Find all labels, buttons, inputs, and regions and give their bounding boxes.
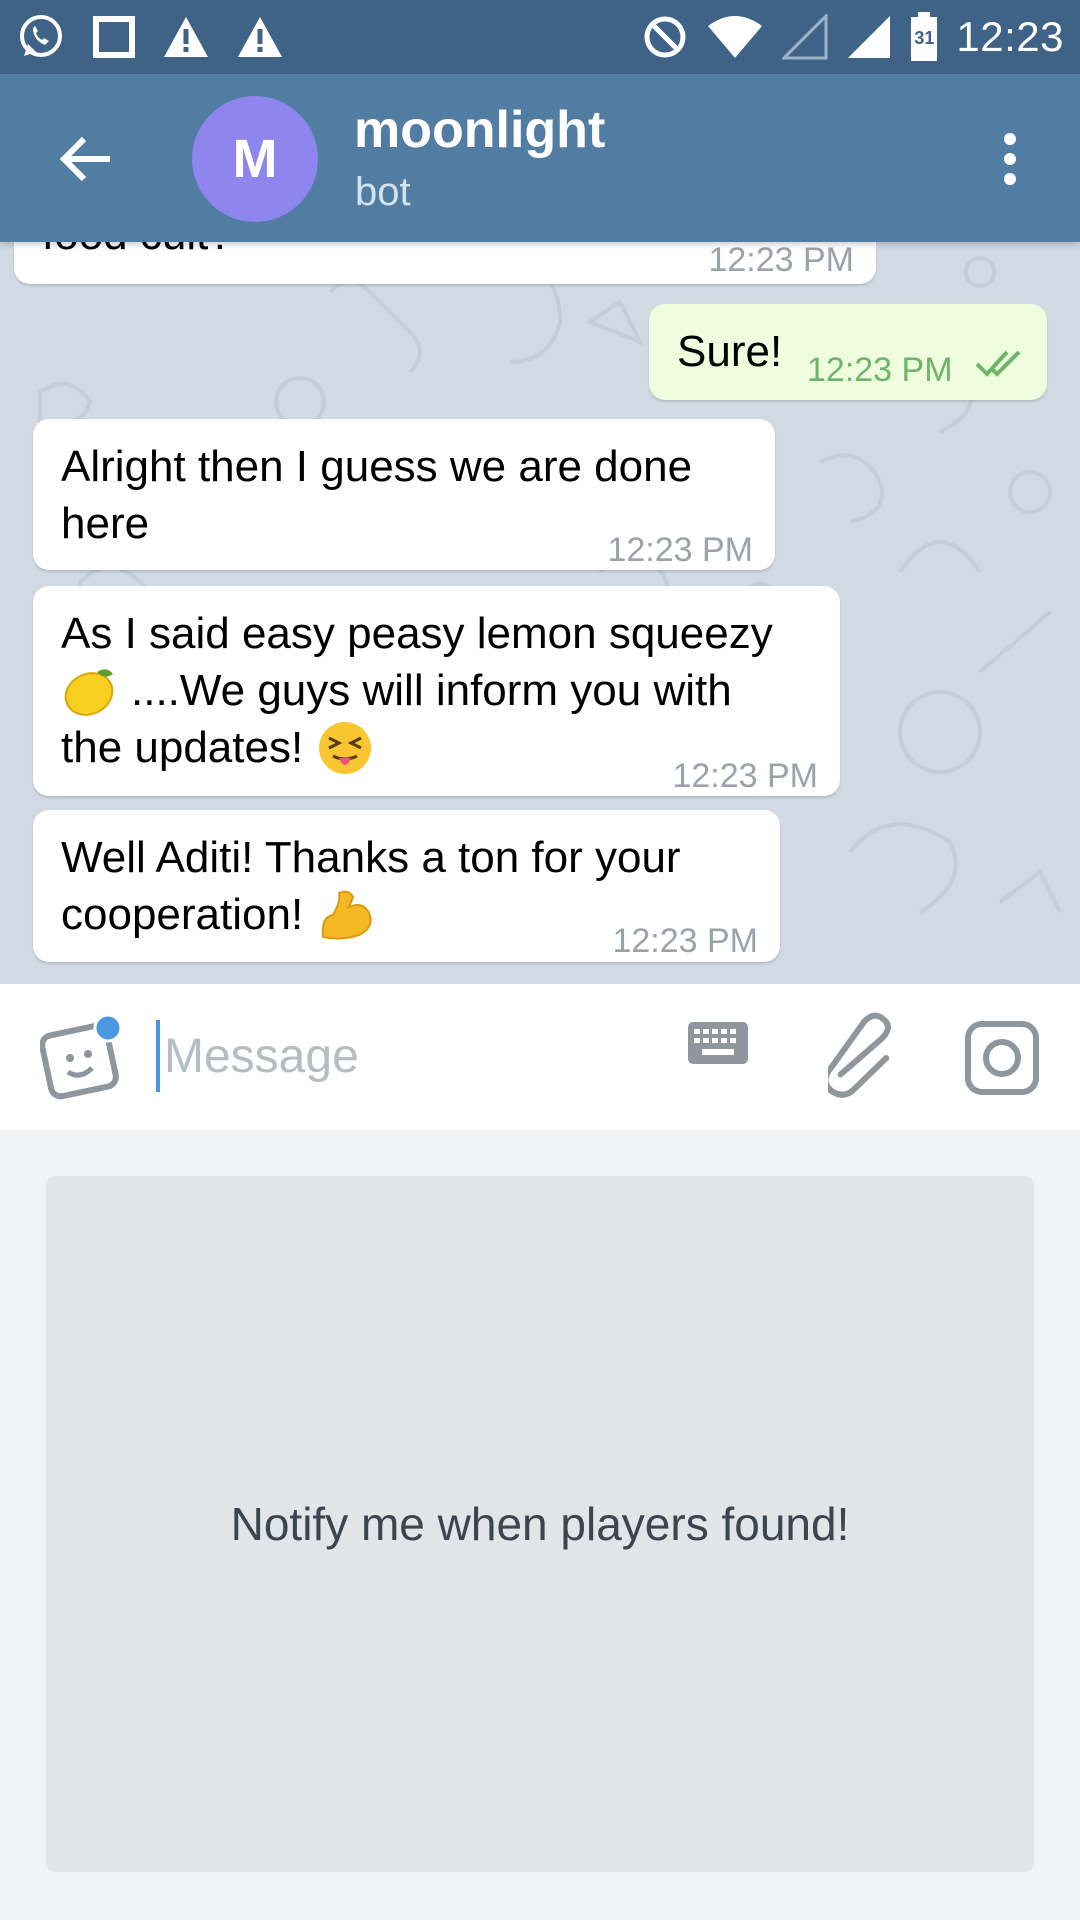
message-time: 12:23 PM [708,242,854,279]
message-line: As I said easy peasy lemon squeezy [61,609,773,658]
message-time: 12:23 PM [807,351,953,389]
message-text: food cult? [42,242,233,263]
message-bubble-incoming[interactable]: food cult? 12:23 PM [14,242,876,284]
camera-button[interactable] [964,1020,1040,1096]
whatsapp-icon [16,12,66,62]
message-time: 12:23 PM [612,922,758,960]
message-line: cooperation! [61,890,304,939]
message-composer [0,984,1080,1130]
more-options-button[interactable] [980,124,1040,194]
screen: 31 12:23 M moonlight bot 12:23 PM Sure! … [0,0,1080,1920]
keyboard-icon [688,1022,748,1064]
message-line: ....We guys will inform you with [131,666,732,715]
bot-keyboard: Notify me when players found! [0,1130,1080,1920]
sticker-icon [39,1013,123,1100]
battery-icon: 31 [910,12,938,62]
message-line: Well Aditi! Thanks a ton for your [61,833,681,882]
message-line: Alright then I guess we are done [61,442,693,491]
square-icon [92,15,136,59]
status-bar: 31 12:23 [0,0,1080,74]
wifi-icon [706,14,764,60]
message-line: here [61,499,150,548]
message-bubble-outgoing[interactable]: Sure! 12:23 PM [649,304,1047,400]
more-vertical-icon [1004,133,1016,185]
attach-button[interactable] [822,1012,898,1102]
chat-title[interactable]: moonlight [354,100,605,160]
lemon-emoji-icon [64,668,114,716]
message-input[interactable] [156,1020,656,1092]
do-not-disturb-icon [642,14,688,60]
warning-icon [236,15,284,59]
signal-icon [846,14,892,60]
message-text: Sure! [677,327,783,376]
paperclip-icon [822,1012,891,1098]
message-list[interactable]: food cult? 12:23 PM Sure! 12:23 PM Alrig… [0,242,1080,984]
double-check-icon [975,350,1021,377]
keyboard-toggle-button[interactable] [688,1022,754,1092]
chat-header: M moonlight bot [0,74,1080,242]
message-time: 12:23 PM [607,531,753,569]
message-time: 12:23 PM [672,757,818,795]
back-button[interactable] [40,124,130,194]
signal-empty-icon [782,14,828,60]
status-time: 12:23 [956,13,1064,60]
battery-calendar-day: 31 [914,28,935,48]
bot-keyboard-button[interactable]: Notify me when players found! [46,1176,1034,1872]
message-bubble-incoming[interactable]: As I said easy peasy lemon squeezy ....W… [33,586,840,796]
chat-subtitle: bot [355,170,411,214]
sticker-button[interactable] [39,1012,130,1102]
message-bubble-incoming[interactable]: Well Aditi! Thanks a ton for your cooper… [33,810,780,962]
message-line: the updates! [61,723,304,772]
avatar[interactable]: M [192,96,318,222]
arrow-left-icon [59,136,110,182]
camera-icon [965,1021,1039,1095]
message-bubble-incoming[interactable]: Alright then I guess we are done here 12… [33,419,775,570]
warning-icon [162,15,210,59]
squinting-tongue-emoji-icon [319,721,372,774]
flexed-biceps-emoji-icon [321,890,372,940]
